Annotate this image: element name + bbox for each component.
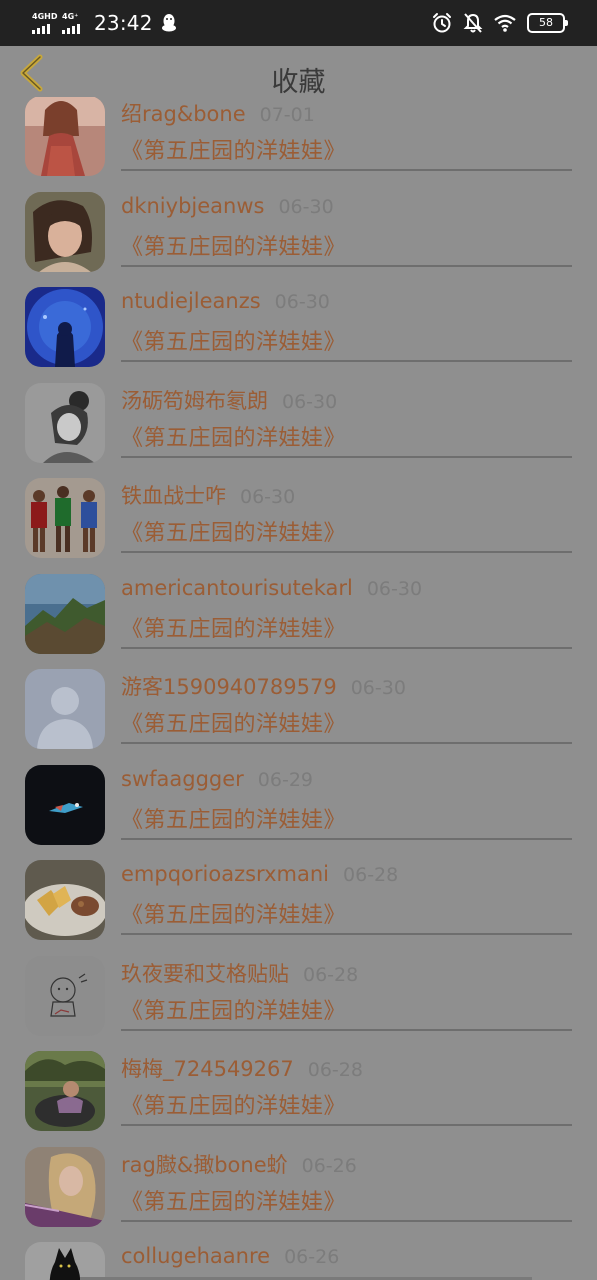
username[interactable]: swfaaggger xyxy=(121,767,244,791)
favorite-row[interactable]: 梅梅_724549267 06-28 《第五庄园的洋娃娃》 xyxy=(0,1038,597,1134)
signal-label: 4GHD xyxy=(32,12,58,21)
user-avatar[interactable] xyxy=(25,669,105,749)
row-divider xyxy=(121,551,572,553)
username[interactable]: 玖夜要和艾格贴贴 xyxy=(121,962,289,986)
favorite-row[interactable]: 玖夜要和艾格贴贴 06-28 《第五庄园的洋娃娃》 xyxy=(0,943,597,1039)
favorite-row[interactable]: 汤砺笱姆布氡朗 06-30 《第五庄园的洋娃娃》 xyxy=(0,370,597,466)
username[interactable]: ntudiejleanzs xyxy=(121,289,261,313)
user-avatar[interactable] xyxy=(25,97,105,176)
user-avatar[interactable] xyxy=(25,955,105,1036)
book-title-link[interactable]: 《第五庄园的洋娃娃》 xyxy=(121,133,346,165)
username[interactable]: 汤砺笱姆布氡朗 xyxy=(121,389,268,413)
signal-icon: 4G⁺ xyxy=(62,12,88,34)
row-divider xyxy=(121,360,572,362)
username[interactable]: rag臌&撖bone蚧 xyxy=(121,1153,288,1177)
favorite-row[interactable]: 绍rag&bone 07-01 《第五庄园的洋娃娃》 xyxy=(0,97,597,179)
favorite-date: 06-30 xyxy=(240,486,296,508)
username[interactable]: 铁血战士咋 xyxy=(121,484,226,508)
book-title-link[interactable]: 《第五庄园的洋娃娃》 xyxy=(121,897,346,929)
favorite-date: 06-30 xyxy=(278,195,334,218)
user-avatar[interactable] xyxy=(25,191,105,272)
user-avatar[interactable] xyxy=(25,1242,105,1280)
username[interactable]: 游客1590940789579 xyxy=(121,675,337,699)
header: 收藏 xyxy=(0,46,597,100)
favorite-date: 06-30 xyxy=(366,577,423,600)
username[interactable]: americantourisutekarl xyxy=(121,576,353,600)
favorite-date: 06-26 xyxy=(284,1246,340,1268)
muted-bell-icon xyxy=(463,13,483,33)
row-divider xyxy=(121,455,572,458)
book-title-link[interactable]: 《第五庄园的洋娃娃》 xyxy=(121,229,346,261)
page-title: 收藏 xyxy=(271,67,326,98)
row-divider xyxy=(121,933,572,935)
favorite-date: 07-01 xyxy=(259,104,315,126)
book-title-link[interactable]: 《第五庄园的洋娃娃》 xyxy=(121,1088,346,1120)
row-divider xyxy=(121,1219,572,1222)
book-title-link[interactable]: 《第五庄园的洋娃娃》 xyxy=(121,706,346,738)
row-divider xyxy=(121,837,572,840)
username[interactable]: collugehaanre xyxy=(121,1244,270,1268)
username[interactable]: 绍rag&bone xyxy=(121,102,246,126)
book-title-link[interactable]: 《第五庄园的洋娃娃》 xyxy=(121,420,346,452)
user-avatar[interactable] xyxy=(25,1146,105,1227)
book-title-link[interactable]: 《第五庄园的洋娃娃》 xyxy=(121,324,346,356)
row-divider xyxy=(121,1124,572,1126)
username[interactable]: empqorioazsrxmani xyxy=(121,862,329,886)
book-title-link[interactable]: 《第五庄园的洋娃娃》 xyxy=(121,515,346,547)
username[interactable]: 梅梅_724549267 xyxy=(121,1057,294,1081)
favorite-row[interactable]: americantourisutekarl 06-30 《第五庄园的洋娃娃》 xyxy=(0,561,597,657)
favorite-date: 06-29 xyxy=(257,768,314,791)
signal-icon: 4GHD xyxy=(32,12,58,34)
favorite-row[interactable]: collugehaanre 06-26 xyxy=(0,1229,597,1280)
clock: 23:42 xyxy=(94,11,153,35)
signal-label: 4G⁺ xyxy=(62,12,79,21)
favorite-row[interactable]: 铁血战士咋 06-30 《第五庄园的洋娃娃》 xyxy=(0,465,597,561)
favorite-date: 06-30 xyxy=(350,677,406,699)
user-avatar[interactable] xyxy=(25,287,105,367)
favorite-row[interactable]: swfaaggger 06-29 《第五庄园的洋娃娃》 xyxy=(0,752,597,848)
user-avatar[interactable] xyxy=(25,382,105,463)
favorite-date: 06-28 xyxy=(303,963,359,986)
favorite-date: 06-30 xyxy=(274,291,330,313)
row-divider xyxy=(121,264,572,267)
favorite-row[interactable]: dkniybjeanws 06-30 《第五庄园的洋娃娃》 xyxy=(0,179,597,275)
user-avatar[interactable] xyxy=(25,764,105,845)
battery-indicator: 58 xyxy=(527,13,568,33)
battery-level: 58 xyxy=(539,16,553,29)
username[interactable]: dkniybjeanws xyxy=(121,194,264,218)
favorite-date: 06-30 xyxy=(282,390,338,413)
favorite-row[interactable]: rag臌&撖bone蚧 06-26 《第五庄园的洋娃娃》 xyxy=(0,1134,597,1230)
book-title-link[interactable]: 《第五庄园的洋娃娃》 xyxy=(121,611,346,643)
favorite-row[interactable]: ntudiejleanzs 06-30 《第五庄园的洋娃娃》 xyxy=(0,274,597,370)
favorite-date: 06-26 xyxy=(301,1154,357,1177)
user-avatar[interactable] xyxy=(25,573,105,654)
favorite-row[interactable]: empqorioazsrxmani 06-28 《第五庄园的洋娃娃》 xyxy=(0,847,597,943)
row-divider xyxy=(121,1028,572,1031)
book-title-link[interactable]: 《第五庄园的洋娃娃》 xyxy=(121,993,346,1025)
user-avatar[interactable] xyxy=(25,860,105,940)
status-bar: 4GHD 4G⁺ 23:42 58 xyxy=(0,0,597,46)
favorite-date: 06-28 xyxy=(307,1059,363,1081)
book-title-link[interactable]: 《第五庄园的洋娃娃》 xyxy=(121,1184,346,1216)
user-avatar[interactable] xyxy=(25,1051,105,1131)
favorites-list[interactable]: 绍rag&bone 07-01 《第五庄园的洋娃娃》 dkniybjeanws 06… xyxy=(0,97,597,1280)
row-divider xyxy=(121,646,572,649)
row-divider xyxy=(121,169,572,171)
book-title-link[interactable]: 《第五庄园的洋娃娃》 xyxy=(121,802,346,834)
alarm-icon xyxy=(433,13,451,33)
favorite-date: 06-28 xyxy=(343,864,399,886)
favorite-row[interactable]: 游客1590940789579 06-30 《第五庄园的洋娃娃》 xyxy=(0,656,597,752)
row-divider xyxy=(121,742,572,744)
qq-penguin-icon xyxy=(161,14,176,32)
wifi-icon xyxy=(494,14,516,32)
user-avatar[interactable] xyxy=(25,478,105,558)
